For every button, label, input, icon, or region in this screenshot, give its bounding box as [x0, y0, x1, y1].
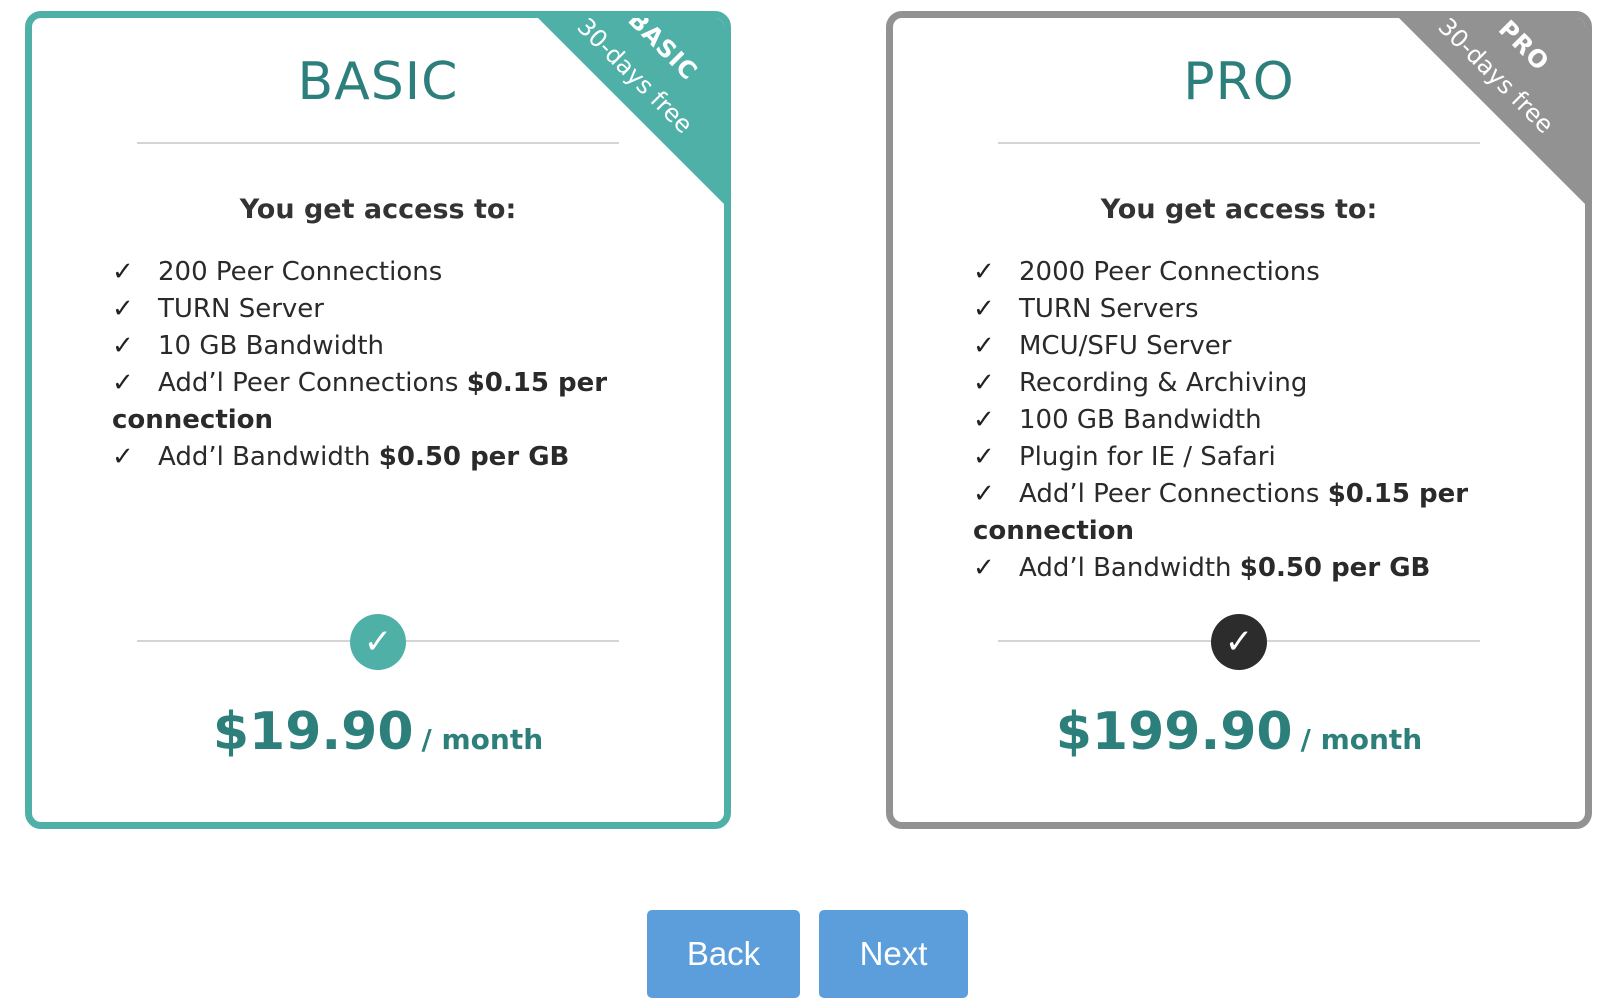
checkmark-icon: ✓: [973, 257, 995, 287]
feature-text: TURN Servers: [1019, 294, 1199, 324]
checkmark-icon: ✓: [973, 294, 995, 324]
feature-item: ✓ 2000 Peer Connections: [973, 254, 1485, 291]
feature-item: ✓ Add’l Peer Connections $0.15 per connec…: [112, 365, 624, 439]
feature-text: 200 Peer Connections: [158, 257, 443, 287]
feature-item: ✓ 100 GB Bandwidth: [973, 402, 1485, 439]
price: $199.90/ month: [893, 702, 1585, 762]
checkmark-icon: ✓: [973, 405, 995, 435]
feature-price: $0.50 per GB: [378, 442, 570, 472]
feature-text: Add’l Bandwidth: [1019, 553, 1240, 583]
price-amount: $19.90: [212, 702, 414, 762]
checkmark-icon: ✓: [112, 257, 134, 287]
feature-item: ✓ TURN Servers: [973, 291, 1485, 328]
checkmark-icon: ✓: [973, 442, 995, 472]
unselected-check-icon[interactable]: ✓: [1211, 614, 1267, 670]
feature-text: Add’l Peer Connections: [158, 368, 467, 398]
selected-check-icon[interactable]: ✓: [350, 614, 406, 670]
feature-item: ✓ Add’l Bandwidth $0.50 per GB: [973, 550, 1485, 587]
plan-title: PRO: [1183, 52, 1295, 112]
feature-item: ✓ Recording & Archiving: [973, 365, 1485, 402]
price: $19.90/ month: [32, 702, 724, 762]
access-heading: You get access to:: [239, 194, 517, 225]
price-period: / month: [1300, 723, 1423, 756]
feature-item: ✓ TURN Server: [112, 291, 624, 328]
feature-item: ✓ Add’l Bandwidth $0.50 per GB: [112, 439, 624, 476]
access-heading: You get access to:: [1100, 194, 1378, 225]
feature-text: 10 GB Bandwidth: [158, 331, 385, 361]
divider: [998, 142, 1480, 144]
checkmark-icon: ✓: [973, 368, 995, 398]
feature-list: ✓ 2000 Peer Connections ✓ TURN Servers ✓ MC…: [973, 254, 1485, 587]
checkmark-icon: ✓: [973, 331, 995, 361]
feature-text: Plugin for IE / Safari: [1019, 442, 1276, 472]
checkmark-icon: ✓: [112, 442, 134, 472]
checkmark-icon: ✓: [973, 553, 995, 583]
feature-text: 100 GB Bandwidth: [1019, 405, 1262, 435]
next-button[interactable]: Next: [819, 910, 968, 998]
feature-item: ✓ 200 Peer Connections: [112, 254, 624, 291]
checkmark-icon: ✓: [112, 331, 134, 361]
divider: [137, 142, 619, 144]
feature-text: MCU/SFU Server: [1019, 331, 1232, 361]
checkmark-icon: ✓: [973, 479, 995, 509]
feature-text: Recording & Archiving: [1019, 368, 1308, 398]
plan-card-pro[interactable]: PRO 30-days free PRO You get access to: …: [886, 11, 1592, 829]
checkmark-icon: ✓: [112, 294, 134, 324]
feature-item: ✓ MCU/SFU Server: [973, 328, 1485, 365]
feature-price: $0.50 per GB: [1239, 553, 1431, 583]
feature-text: Add’l Peer Connections: [1019, 479, 1328, 509]
feature-item: ✓ 10 GB Bandwidth: [112, 328, 624, 365]
feature-text: Add’l Bandwidth: [158, 442, 379, 472]
feature-item: ✓ Plugin for IE / Safari: [973, 439, 1485, 476]
feature-list: ✓ 200 Peer Connections ✓ TURN Server ✓ 10 G…: [112, 254, 624, 476]
price-period: / month: [421, 723, 544, 756]
back-button[interactable]: Back: [647, 910, 800, 998]
feature-item: ✓ Add’l Peer Connections $0.15 per connec…: [973, 476, 1485, 550]
feature-text: 2000 Peer Connections: [1019, 257, 1320, 287]
price-amount: $199.90: [1055, 702, 1293, 762]
plan-title: BASIC: [297, 52, 459, 112]
plan-card-basic[interactable]: BASIC 30-days free BASIC You get access …: [25, 11, 731, 829]
checkmark-icon: ✓: [112, 368, 134, 398]
feature-text: TURN Server: [158, 294, 324, 324]
